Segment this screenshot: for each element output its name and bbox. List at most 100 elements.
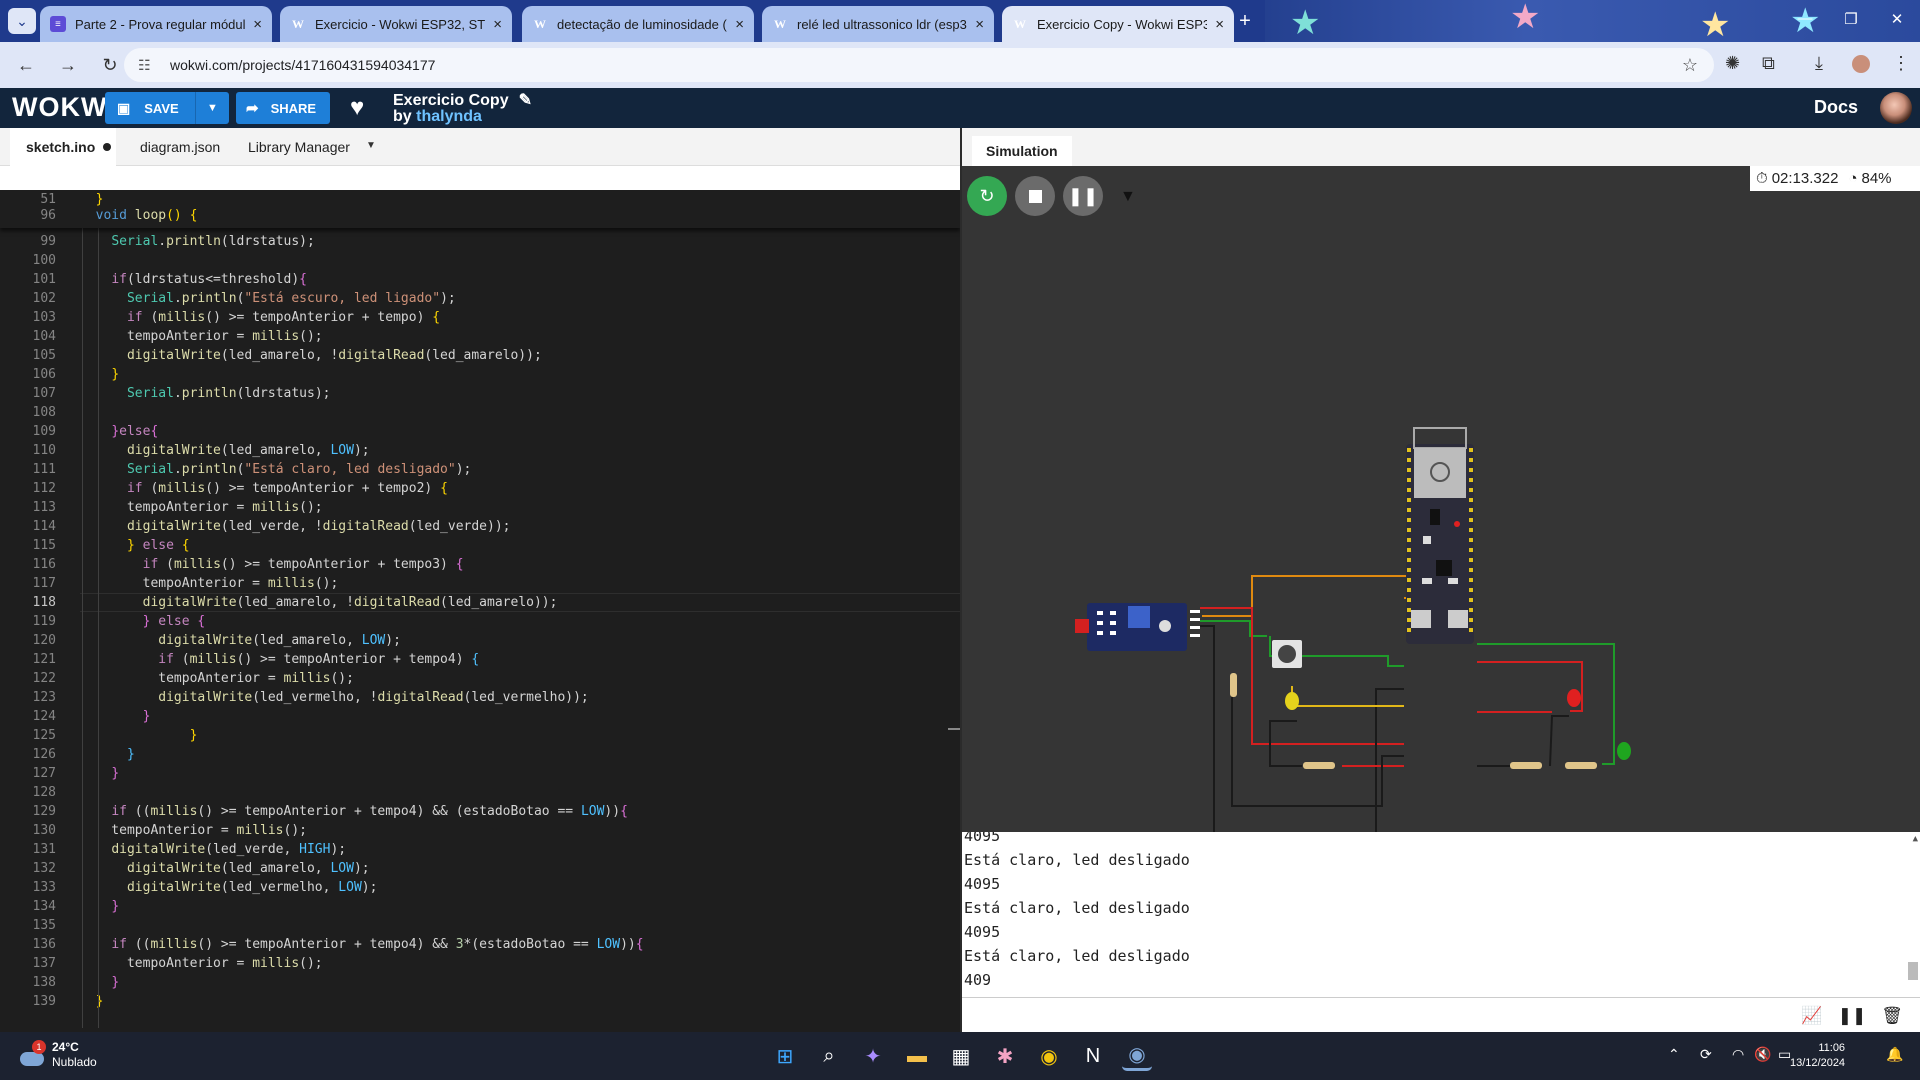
code-text[interactable]: } <box>80 365 119 384</box>
reload-icon[interactable]: ↻ <box>98 55 122 76</box>
close-tab-icon[interactable]: × <box>735 16 744 33</box>
code-text[interactable]: } <box>80 973 119 992</box>
serial-input-bar[interactable]: 📈 ❚❚ 🗑 <box>962 997 1920 1032</box>
code-text[interactable]: if ((millis() >= tempoAnterior + tempo4)… <box>80 935 643 954</box>
code-line[interactable]: 107 Serial.println(ldrstatus); <box>0 384 960 403</box>
code-line[interactable]: 103 if (millis() >= tempoAnterior + temp… <box>0 308 960 327</box>
weather-widget[interactable]: 1 24°C Nublado <box>18 1040 97 1070</box>
wokwi-logo[interactable]: WOKWi <box>12 92 116 123</box>
browser-tab[interactable]: Wdetectação de luminosidade (es × <box>522 6 754 42</box>
author-link[interactable]: thalynda <box>416 108 482 125</box>
browser-tab[interactable]: W Exercicio Copy - Wokwi ESP32, S × <box>1002 6 1234 42</box>
code-text[interactable]: } <box>80 992 104 1011</box>
code-text[interactable]: Serial.println("Está claro, led desligad… <box>80 460 471 479</box>
code-line[interactable]: 102 Serial.println("Está escuro, led lig… <box>0 289 960 308</box>
close-tab-icon[interactable]: × <box>493 16 502 33</box>
user-avatar[interactable] <box>1880 92 1912 124</box>
share-button[interactable]: ➦ SHARE <box>236 92 330 124</box>
code-line[interactable]: 119 } else { <box>0 612 960 631</box>
file-explorer-icon[interactable]: ▬ <box>902 1041 932 1071</box>
code-text[interactable]: tempoAnterior = millis(); <box>80 954 323 973</box>
code-line[interactable]: 101 if(ldrstatus<=threshold){ <box>0 270 960 289</box>
back-icon[interactable]: ← <box>14 55 38 76</box>
profile-avatar[interactable] <box>1852 55 1870 73</box>
browser-tab[interactable]: Wrelé led ultrassonico ldr (esp32) × <box>762 6 994 42</box>
url-text[interactable]: wokwi.com/projects/417160431594034177 <box>170 57 435 73</box>
code-text[interactable]: void loop() { <box>80 206 198 225</box>
downloads-icon[interactable]: ⤓ <box>1815 53 1823 74</box>
code-text[interactable]: tempoAnterior = millis(); <box>80 821 307 840</box>
save-button[interactable]: ▣ SAVE ▼ <box>105 92 229 124</box>
close-window-icon[interactable]: ✕ <box>1882 10 1912 28</box>
code-text[interactable]: digitalWrite(led_amarelo, !digitalRead(l… <box>80 593 558 612</box>
code-line[interactable]: 131 digitalWrite(led_verde, HIGH); <box>0 840 960 859</box>
code-text[interactable]: digitalWrite(led_amarelo, LOW); <box>80 631 401 650</box>
code-line[interactable]: 132 digitalWrite(led_amarelo, LOW); <box>0 859 960 878</box>
pause-serial-icon[interactable]: ❚❚ <box>1836 1003 1868 1029</box>
code-text[interactable]: } else { <box>80 536 190 555</box>
code-text[interactable]: tempoAnterior = millis(); <box>80 574 339 593</box>
code-text[interactable]: tempoAnterior = millis(); <box>80 498 323 517</box>
browser-menu-icon[interactable]: ⋮ <box>1892 53 1910 74</box>
code-line[interactable]: 139 } <box>0 992 960 1011</box>
site-info-icon[interactable]: ☷ <box>138 57 156 74</box>
code-line[interactable]: 108 <box>0 403 960 422</box>
code-line[interactable]: 118 digitalWrite(led_amarelo, !digitalRe… <box>0 593 960 612</box>
editor-scrollbar[interactable] <box>948 728 960 730</box>
code-line[interactable]: 133 digitalWrite(led_vermelho, LOW); <box>0 878 960 897</box>
simulation-canvas[interactable]: ↻ ❚❚ ▼ ⏱ 02:13.322 ◔ 84% <box>962 166 1920 832</box>
code-line[interactable]: 116 if (millis() >= tempoAnterior + temp… <box>0 555 960 574</box>
code-line[interactable]: 104 tempoAnterior = millis(); <box>0 327 960 346</box>
code-text[interactable]: if (millis() >= tempoAnterior + tempo4) … <box>80 650 479 669</box>
code-text[interactable]: if (millis() >= tempoAnterior + tempo2) … <box>80 479 448 498</box>
code-text[interactable]: } <box>80 764 119 783</box>
code-line[interactable]: 106 } <box>0 365 960 384</box>
tabs-menu-arrow-icon[interactable]: ▼ <box>366 140 376 151</box>
browser-tab[interactable]: W Exercicio - Wokwi ESP32, STM32 × <box>280 6 512 42</box>
save-dropdown-icon[interactable]: ▼ <box>195 92 229 124</box>
code-text[interactable]: Serial.println(ldrstatus); <box>80 232 315 251</box>
code-line[interactable]: 110 digitalWrite(led_amarelo, LOW); <box>0 441 960 460</box>
tab-sketch-ino[interactable]: sketch.ino <box>10 128 116 166</box>
serial-scrollbar[interactable] <box>1908 962 1918 980</box>
scroll-up-icon[interactable]: ▲ <box>1913 834 1918 844</box>
tab-library-manager[interactable]: Library Manager <box>248 128 350 166</box>
code-line[interactable]: 130 tempoAnterior = millis(); <box>0 821 960 840</box>
code-text[interactable]: } <box>80 897 119 916</box>
code-text[interactable]: }else{ <box>80 422 158 441</box>
search-icon[interactable]: ⌕ <box>814 1041 844 1071</box>
code-line[interactable]: 115 } else { <box>0 536 960 555</box>
windows-start-icon[interactable]: ⊞ <box>770 1041 800 1071</box>
code-text[interactable]: if(ldrstatus<=threshold){ <box>80 270 307 289</box>
code-text[interactable]: if (millis() >= tempoAnterior + tempo3) … <box>80 555 464 574</box>
browser-tab[interactable]: ≡ Parte 2 - Prova regular módulo × <box>40 6 272 42</box>
plotter-chart-icon[interactable]: 📈 <box>1796 1003 1828 1029</box>
code-line[interactable]: 126 } <box>0 745 960 764</box>
code-text[interactable]: Serial.println(ldrstatus); <box>80 384 331 403</box>
volume-mute-icon[interactable]: 🔇 <box>1754 1046 1771 1063</box>
code-line[interactable]: 123 digitalWrite(led_vermelho, !digitalR… <box>0 688 960 707</box>
forward-icon[interactable]: → <box>56 55 80 76</box>
minimize-icon[interactable]: — <box>1790 10 1820 27</box>
code-text[interactable]: digitalWrite(led_verde, HIGH); <box>80 840 346 859</box>
new-tab-button[interactable]: + <box>1232 9 1258 33</box>
tray-expand-icon[interactable]: ⌃ <box>1668 1046 1680 1063</box>
code-line[interactable]: 112 if (millis() >= tempoAnterior + temp… <box>0 479 960 498</box>
code-text[interactable]: digitalWrite(led_vermelho, !digitalRead(… <box>80 688 588 707</box>
wifi-icon[interactable]: ◠ <box>1732 1046 1744 1063</box>
notifications-bell-icon[interactable]: 🔔 <box>1886 1046 1903 1063</box>
sync-icon[interactable]: ⟳ <box>1700 1046 1712 1063</box>
bookmark-star-icon[interactable]: ☆ <box>1682 55 1698 76</box>
code-line[interactable]: 105 digitalWrite(led_amarelo, !digitalRe… <box>0 346 960 365</box>
like-heart-icon[interactable]: ♥ <box>350 94 364 122</box>
code-line[interactable]: 136 if ((millis() >= tempoAnterior + tem… <box>0 935 960 954</box>
code-line[interactable]: 134 } <box>0 897 960 916</box>
code-text[interactable]: if ((millis() >= tempoAnterior + tempo4)… <box>80 802 628 821</box>
code-line[interactable]: 124 } <box>0 707 960 726</box>
close-tab-icon[interactable]: × <box>1215 16 1224 33</box>
chrome-active-icon[interactable]: ◉ <box>1122 1041 1152 1071</box>
notion-icon[interactable]: N <box>1078 1041 1108 1071</box>
code-line[interactable]: 117 tempoAnterior = millis(); <box>0 574 960 593</box>
code-text[interactable]: tempoAnterior = millis(); <box>80 669 354 688</box>
code-text[interactable]: digitalWrite(led_verde, !digitalRead(led… <box>80 517 511 536</box>
